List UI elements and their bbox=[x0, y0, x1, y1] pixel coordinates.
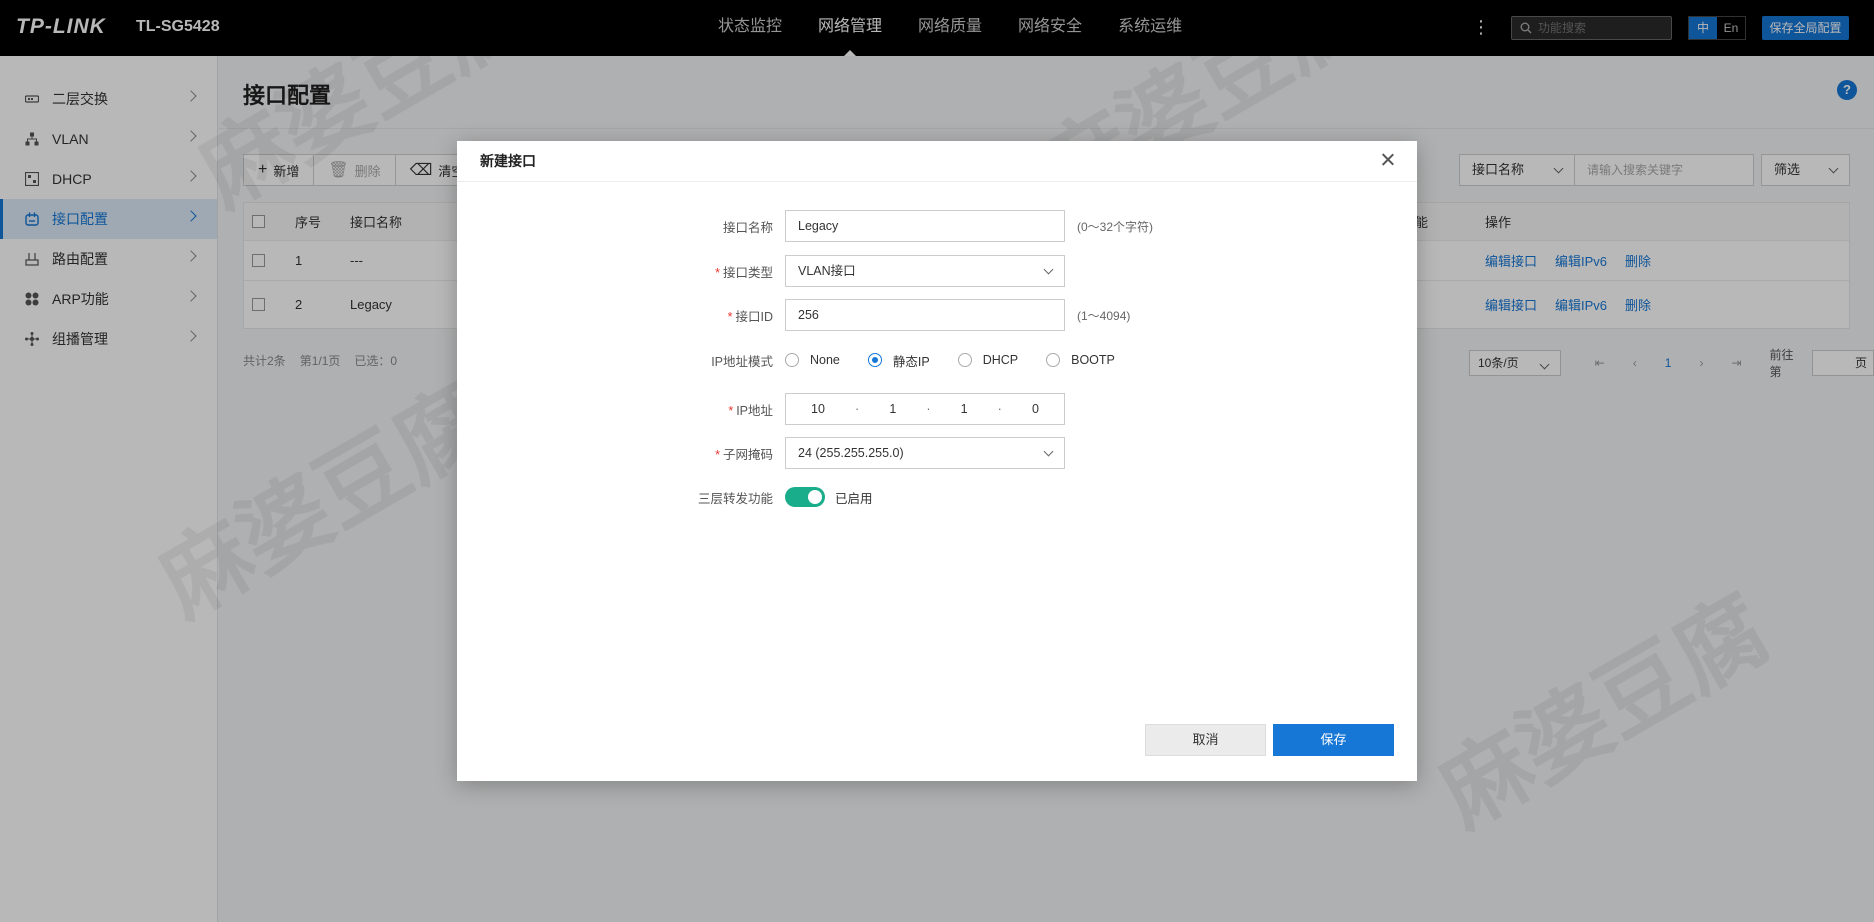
interface-id-input[interactable]: 256 bbox=[785, 299, 1065, 331]
ip-mode-none[interactable]: None bbox=[785, 353, 840, 367]
required-mark: * bbox=[727, 309, 733, 324]
required-mark: * bbox=[728, 403, 734, 418]
radio-label: 静态IP bbox=[892, 354, 930, 369]
dialog-title: 新建接口 bbox=[480, 153, 536, 169]
ip-mode-label: IP地址模式 bbox=[711, 354, 773, 369]
ip-address-input[interactable]: 10 · 1 · 1 · 0 bbox=[785, 393, 1065, 425]
ip-octet-1[interactable]: 10 bbox=[811, 402, 825, 416]
field-interface-type: * 接口类型 VLAN接口 bbox=[457, 255, 1417, 287]
field-interface-name: 接口名称 Legacy (0～32个字符) bbox=[457, 210, 1417, 242]
field-l3-forwarding: 三层转发功能 已启用 bbox=[457, 481, 1417, 513]
l3-forwarding-label: 三层转发功能 bbox=[697, 491, 773, 506]
interface-id-hint: (1～4094) bbox=[1077, 308, 1131, 323]
required-mark: * bbox=[715, 447, 720, 462]
interface-type-value: VLAN接口 bbox=[798, 264, 856, 278]
radio-circle-selected bbox=[867, 353, 882, 367]
radio-circle bbox=[785, 353, 799, 367]
field-interface-id: * 接口ID 256 (1～4094) bbox=[457, 299, 1417, 331]
ip-octet-4[interactable]: 0 bbox=[1032, 402, 1039, 416]
interface-type-label: 接口类型 bbox=[722, 265, 773, 280]
ip-octet-3[interactable]: 1 bbox=[961, 402, 968, 416]
chevron-down-icon bbox=[1043, 264, 1054, 275]
ip-separator: · bbox=[997, 402, 1002, 416]
field-subnet-mask: * 子网掩码 24 (255.255.255.0) bbox=[457, 437, 1417, 469]
radio-circle bbox=[957, 353, 972, 367]
required-mark: * bbox=[715, 265, 720, 280]
ip-separator: · bbox=[855, 402, 860, 416]
subnet-mask-select[interactable]: 24 (255.255.255.0) bbox=[785, 437, 1065, 469]
field-ip-address: * IP地址 10 · 1 · 1 · 0 bbox=[457, 393, 1417, 425]
cancel-button[interactable]: 取消 bbox=[1145, 724, 1266, 756]
dialog-header: 新建接口 bbox=[457, 141, 1417, 182]
interface-type-select[interactable]: VLAN接口 bbox=[785, 255, 1065, 287]
radio-label: DHCP bbox=[982, 353, 1019, 367]
ip-address-label-wrap: * IP地址 bbox=[457, 400, 785, 419]
interface-name-label: 接口名称 bbox=[722, 220, 773, 235]
ip-address-label: IP地址 bbox=[736, 403, 773, 418]
l3-forwarding-toggle[interactable] bbox=[785, 487, 825, 507]
ip-mode-bootp[interactable]: BOOTP bbox=[1046, 353, 1115, 367]
ip-octet-2[interactable]: 1 bbox=[889, 402, 896, 416]
ip-separator: · bbox=[926, 402, 931, 416]
interface-id-label: 接口ID bbox=[735, 309, 773, 324]
radio-label: None bbox=[810, 353, 840, 367]
interface-name-hint: (0～32个字符) bbox=[1077, 219, 1154, 234]
chevron-down-icon bbox=[1043, 446, 1054, 457]
interface-type-label-wrap: * 接口类型 bbox=[457, 262, 785, 281]
radio-label: BOOTP bbox=[1071, 353, 1115, 367]
field-ip-mode: IP地址模式 None 静态IP DHCP BOOTP bbox=[457, 344, 1417, 376]
ip-mode-static[interactable]: 静态IP bbox=[867, 351, 930, 370]
subnet-mask-value: 24 (255.255.255.0) bbox=[798, 446, 904, 460]
interface-id-label-wrap: * 接口ID bbox=[457, 306, 785, 325]
interface-name-input[interactable]: Legacy bbox=[785, 210, 1065, 242]
new-interface-dialog: 新建接口 接口名称 Legacy (0～32个字符) * 接口类型 VLAN接口 … bbox=[457, 141, 1417, 781]
ip-mode-dhcp[interactable]: DHCP bbox=[957, 353, 1019, 367]
subnet-mask-label-wrap: * 子网掩码 bbox=[457, 444, 785, 463]
save-button[interactable]: 保存 bbox=[1273, 724, 1394, 756]
subnet-mask-label: 子网掩码 bbox=[722, 447, 773, 462]
radio-circle bbox=[1046, 353, 1061, 367]
close-icon[interactable] bbox=[1379, 151, 1397, 169]
l3-forwarding-state: 已启用 bbox=[835, 491, 873, 506]
